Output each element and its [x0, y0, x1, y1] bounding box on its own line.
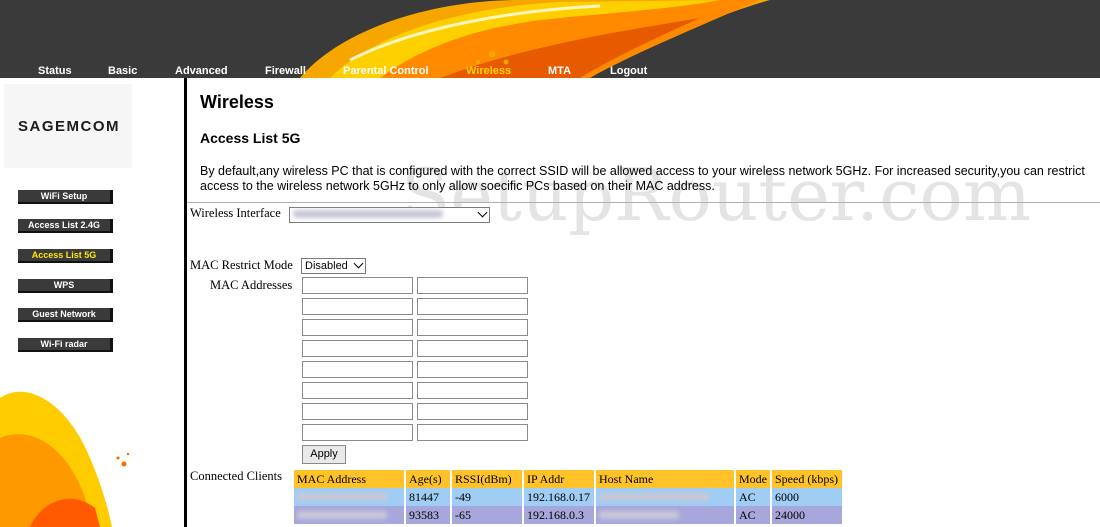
mode-cell: AC — [736, 506, 770, 524]
mac-address-input[interactable] — [417, 340, 528, 357]
nav-parental-control[interactable]: Parental Control — [343, 64, 429, 78]
sidebar-item-guest-network[interactable]: Guest Network — [18, 308, 113, 322]
apply-button[interactable]: Apply — [302, 445, 346, 464]
mac-address-input[interactable] — [417, 298, 528, 315]
column-header: MAC Address — [294, 470, 404, 488]
column-header: Mode — [736, 470, 770, 488]
column-header: IP Addr — [524, 470, 594, 488]
connected-clients-label: Connected Clients — [190, 469, 282, 483]
main-nav: Status Basic Advanced Firewall Parental … — [0, 64, 1100, 78]
age-cell: 93583 — [406, 506, 450, 524]
wireless-interface-select[interactable] — [289, 207, 490, 223]
nav-logout[interactable]: Logout — [610, 64, 647, 78]
mac-address-input[interactable] — [302, 361, 413, 378]
mac-address-input[interactable] — [417, 277, 528, 294]
sidebar: SAGEMCOM WiFi Setup Access List 2.4G Acc… — [0, 78, 184, 527]
nav-basic[interactable]: Basic — [108, 64, 137, 78]
section-divider — [187, 202, 1100, 203]
host-cell — [596, 506, 734, 524]
connected-clients-table: MAC Address Age(s) RSSI(dBm) IP Addr Hos… — [292, 470, 844, 524]
column-header: Speed (kbps) — [772, 470, 842, 488]
mac-address-input[interactable] — [417, 361, 528, 378]
mac-addresses-label: MAC Addresses — [210, 278, 293, 292]
rssi-cell: -65 — [452, 506, 522, 524]
column-header: Host Name — [596, 470, 734, 488]
mac-address-input[interactable] — [302, 424, 413, 441]
ip-cell: 192.168.0.3 — [524, 506, 594, 524]
mac-restrict-mode-value: Disabled — [305, 260, 348, 272]
mode-cell: AC — [736, 488, 770, 506]
column-header: Age(s) — [406, 470, 450, 488]
chevron-down-icon — [477, 207, 488, 218]
nav-mta[interactable]: MTA — [548, 64, 571, 78]
nav-firewall[interactable]: Firewall — [265, 64, 306, 78]
mac-cell — [294, 488, 404, 506]
top-banner: Status Basic Advanced Firewall Parental … — [0, 0, 1100, 78]
mac-restrict-mode-label: MAC Restrict Mode — [190, 258, 293, 272]
speed-cell: 24000 — [772, 506, 842, 524]
mac-address-input[interactable] — [417, 403, 528, 420]
table-header-row: MAC Address Age(s) RSSI(dBm) IP Addr Hos… — [294, 470, 842, 488]
page-subtitle: Access List 5G — [200, 130, 301, 146]
mac-address-input[interactable] — [417, 319, 528, 336]
sidebar-item-access-list-5g[interactable]: Access List 5G — [18, 249, 113, 263]
column-header: RSSI(dBm) — [452, 470, 522, 488]
nav-status[interactable]: Status — [38, 64, 72, 78]
mac-address-input[interactable] — [302, 277, 413, 294]
mac-address-input[interactable] — [417, 424, 528, 441]
nav-advanced[interactable]: Advanced — [175, 64, 228, 78]
speed-cell: 6000 — [772, 488, 842, 506]
host-cell — [596, 488, 734, 506]
logo-area: SAGEMCOM — [4, 84, 132, 168]
rssi-cell: -49 — [452, 488, 522, 506]
sidebar-item-access-list-24g[interactable]: Access List 2.4G — [18, 219, 113, 233]
table-row: 81447 -49 192.168.0.17 AC 6000 — [294, 488, 842, 506]
mac-address-input[interactable] — [417, 382, 528, 399]
nav-wireless[interactable]: Wireless — [466, 64, 511, 78]
sidebar-item-wps[interactable]: WPS — [18, 279, 113, 293]
mac-address-input[interactable] — [302, 319, 413, 336]
table-row: 93583 -65 192.168.0.3 AC 24000 — [294, 506, 842, 524]
main-content: SetupRouter.com Wireless Access List 5G … — [187, 78, 1100, 527]
mac-address-input[interactable] — [302, 298, 413, 315]
age-cell: 81447 — [406, 488, 450, 506]
mac-address-input[interactable] — [302, 340, 413, 357]
sagemcom-logo: SAGEMCOM — [18, 118, 120, 135]
chevron-down-icon — [353, 258, 364, 269]
ip-cell: 192.168.0.17 — [524, 488, 594, 506]
decorative-swoosh-graphic — [0, 391, 130, 527]
sidebar-item-wifi-radar[interactable]: Wi-Fi radar — [18, 338, 113, 352]
mac-address-input[interactable] — [302, 403, 413, 420]
page-description: By default,any wireless PC that is confi… — [200, 164, 1085, 193]
mac-cell — [294, 506, 404, 524]
wireless-interface-value — [293, 210, 443, 218]
sidebar-item-wifi-setup[interactable]: WiFi Setup — [18, 190, 113, 204]
page-title: Wireless — [200, 92, 274, 112]
mac-address-input[interactable] — [302, 382, 413, 399]
mac-restrict-mode-select[interactable]: Disabled — [301, 258, 366, 274]
wireless-interface-label: Wireless Interface — [190, 206, 281, 220]
